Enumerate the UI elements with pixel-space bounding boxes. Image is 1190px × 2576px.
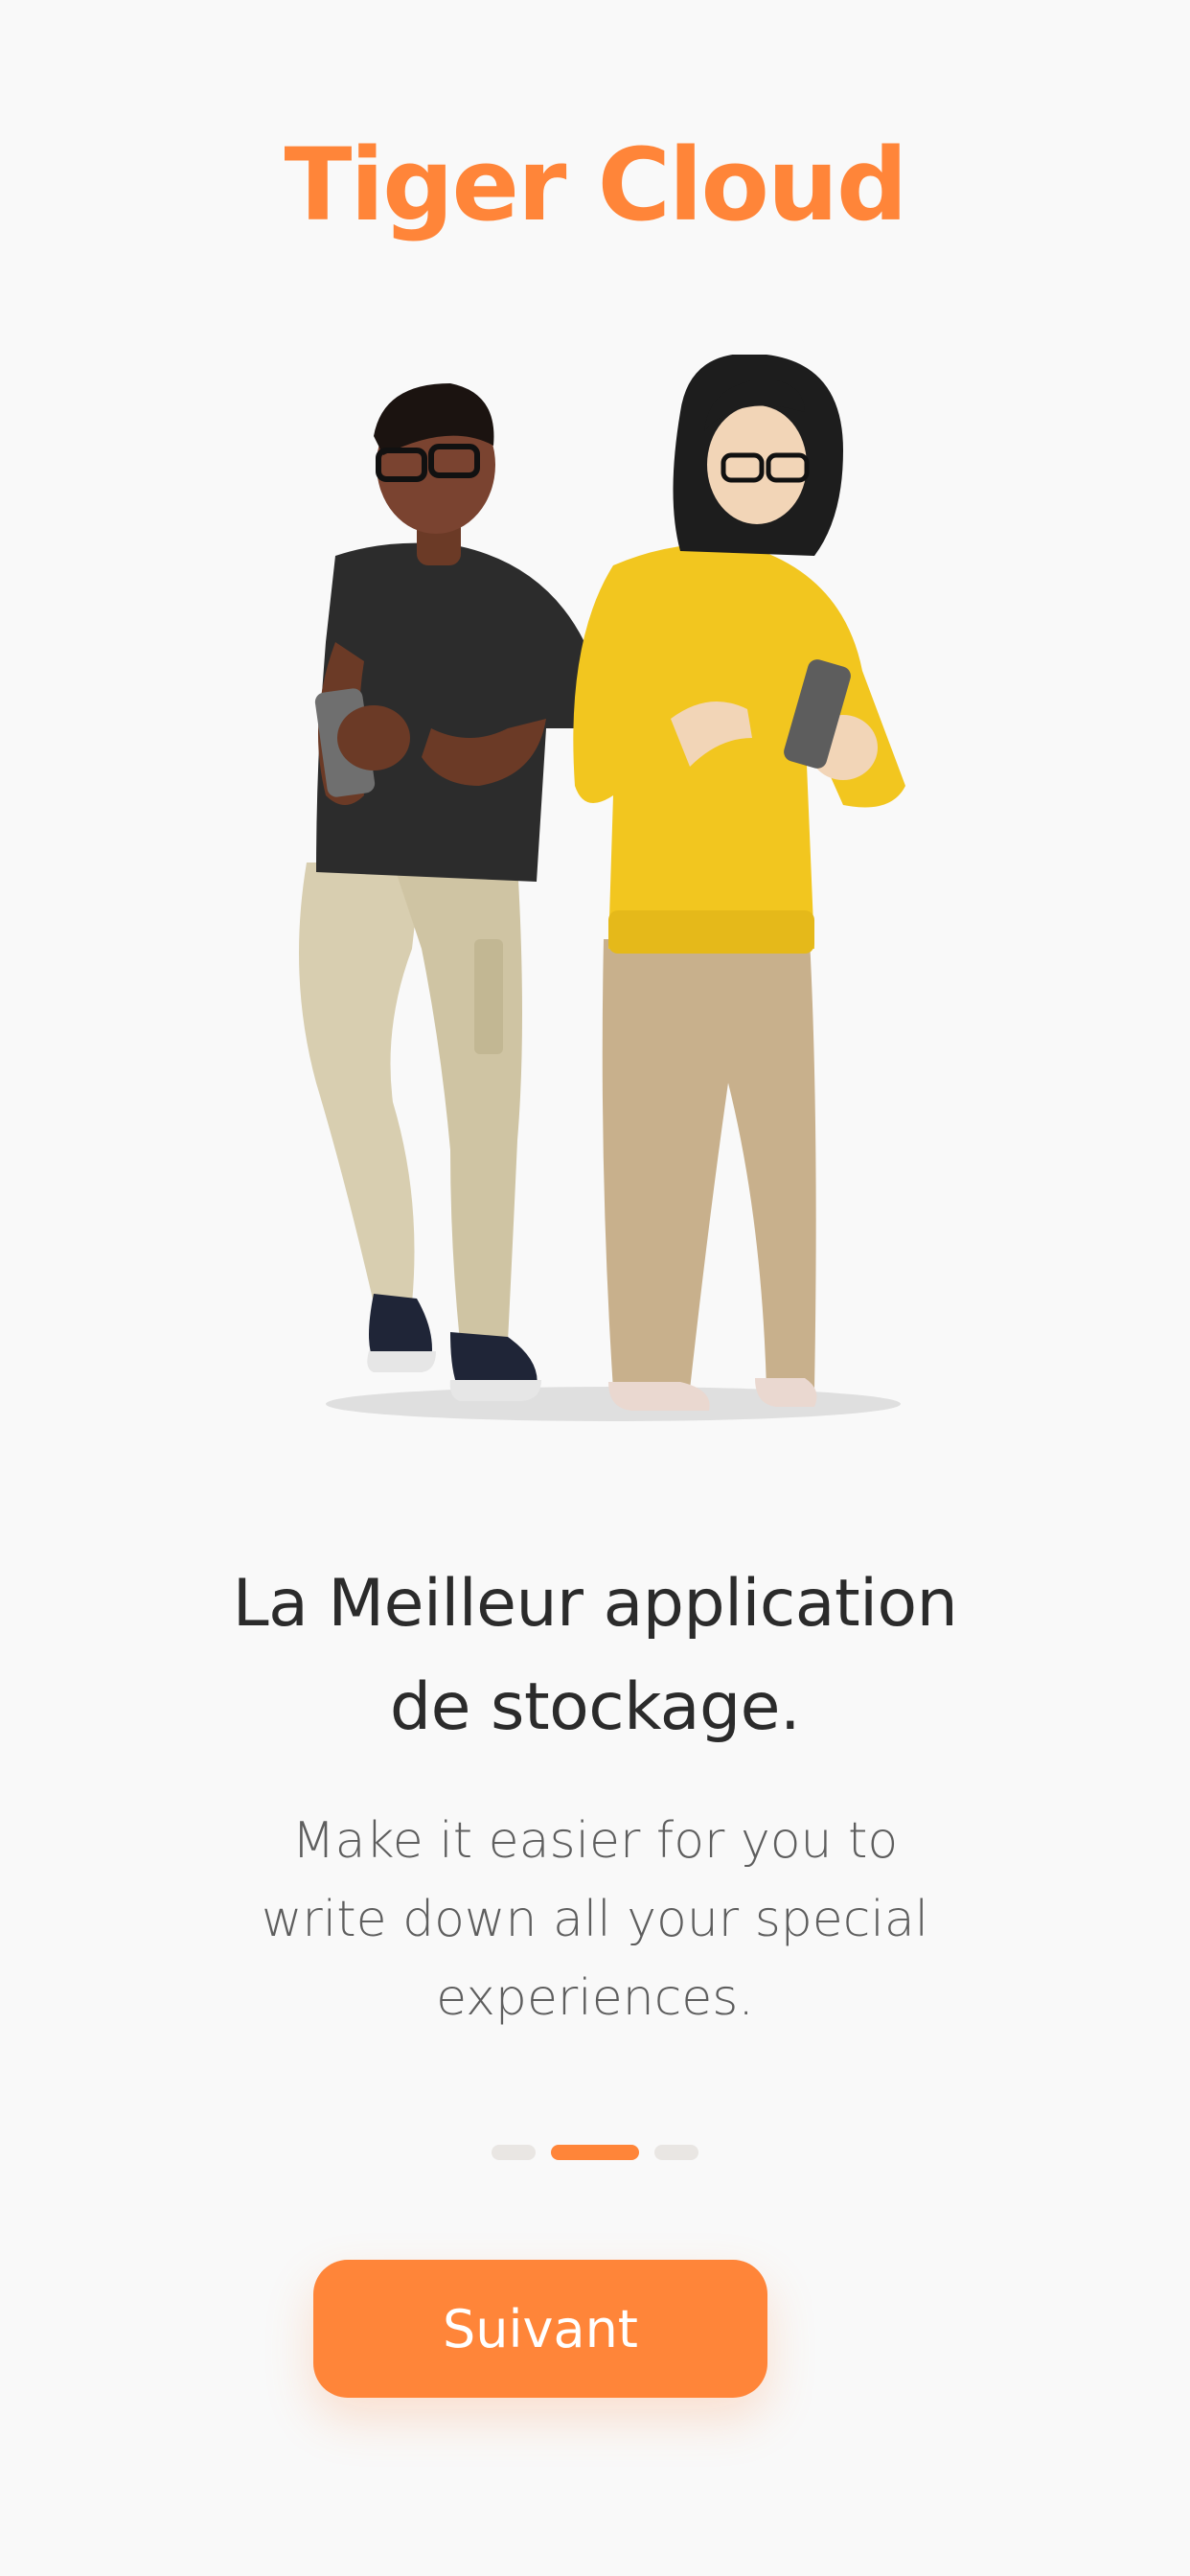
page-dot-3[interactable]: [654, 2145, 698, 2160]
subtitle-line-2: write down all your special: [261, 1891, 929, 1948]
subtitle-line-3: experiences.: [436, 1969, 754, 2027]
app-title: Tiger Cloud: [284, 126, 908, 243]
two-people-with-phones-illustration: [230, 355, 958, 1447]
page-dot-1[interactable]: [492, 2145, 536, 2160]
heading-line-2: de stockage.: [389, 1669, 801, 1745]
next-button[interactable]: Suivant: [313, 2260, 767, 2398]
heading-line-1: La Meilleur application: [232, 1566, 958, 1642]
onboarding-heading: La Meilleur application de stockage.: [115, 1552, 1075, 1760]
page-dot-2-active[interactable]: [551, 2145, 639, 2160]
onboarding-subtitle: Make it easier for you to write down all…: [192, 1802, 998, 2037]
next-button-label: Suivant: [443, 2298, 638, 2359]
subtitle-line-1: Make it easier for you to: [291, 1812, 899, 1870]
page-indicator: [0, 2145, 1190, 2160]
